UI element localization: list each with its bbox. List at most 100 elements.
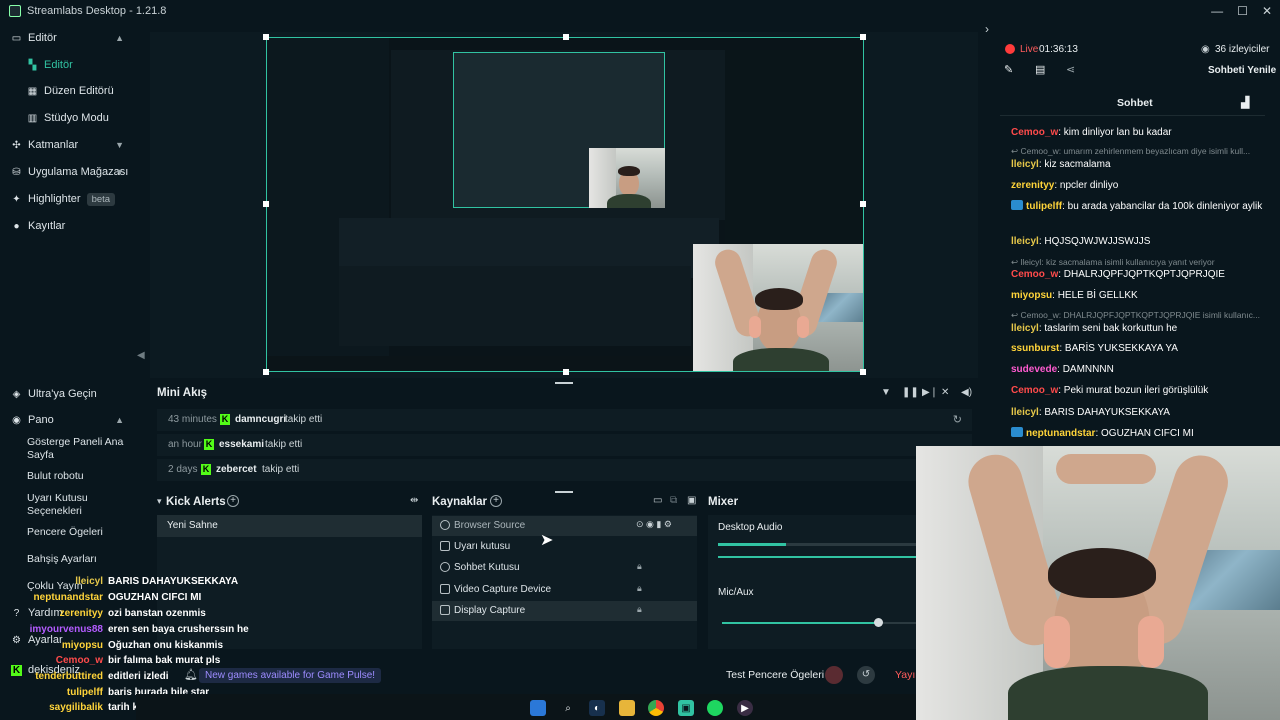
steam-icon[interactable]: ◐ <box>589 700 605 716</box>
info-icon[interactable]: ▤ <box>1035 63 1045 76</box>
windows-start-icon[interactable] <box>530 700 546 716</box>
chat-text: kim dinliyor lan bu kadar <box>1063 127 1172 138</box>
sidebar-item-ultra[interactable]: ◈ Ultra'ya Geçin <box>0 383 136 405</box>
resize-handle[interactable] <box>263 369 269 375</box>
volume-icon[interactable]: ◀) <box>961 387 972 398</box>
filter-icon[interactable]: ▼ <box>881 387 891 398</box>
source-item[interactable]: Video Capture Device 🔒︎ <box>432 580 697 600</box>
sidebar-item-editor-group[interactable]: ▭ Editör ▲ <box>0 27 136 49</box>
sidebar-item-alertbox[interactable]: Uyarı Kutusu Seçenekleri <box>0 492 136 518</box>
chevron-down-icon[interactable]: ▾ <box>157 496 162 507</box>
maximize-button[interactable]: ☐ <box>1237 4 1248 18</box>
resize-handle[interactable] <box>263 34 269 40</box>
resize-handle[interactable] <box>563 34 569 40</box>
file-explorer-icon[interactable] <box>619 700 635 716</box>
lock-icon[interactable]: 🔒︎ <box>637 561 642 572</box>
sidebar-item-recordings[interactable]: ● Kayıtlar <box>0 215 136 237</box>
source-controls-icon[interactable]: ⊙ ◉ ▮ ⚙ <box>636 519 672 530</box>
volume-slider-thumb[interactable] <box>874 618 883 627</box>
chat-username[interactable]: neptunandstar <box>1026 428 1095 439</box>
kick-logo-icon: K <box>201 464 211 475</box>
lock-icon[interactable]: 🔒︎ <box>637 583 642 594</box>
mini-docks <box>339 266 691 346</box>
lock-icon[interactable]: 🔒︎ <box>637 604 642 615</box>
transition-icon[interactable]: ⇹ <box>410 495 418 506</box>
record-button[interactable] <box>825 666 843 684</box>
streamlabs-icon[interactable]: ▣ <box>678 700 694 716</box>
search-icon[interactable]: ⌕ <box>560 700 576 716</box>
mute-alerts-icon[interactable]: ✕ <box>941 387 949 398</box>
scene-item-selected[interactable]: Yeni Sahne <box>157 515 422 537</box>
close-button[interactable]: ✕ <box>1262 4 1272 18</box>
skip-icon[interactable]: ▶❘ <box>922 387 938 398</box>
minimize-button[interactable]: — <box>1211 4 1223 18</box>
chrome-icon[interactable] <box>648 700 664 716</box>
sidebar-item-layout-editor[interactable]: ▦ Düzen Editörü <box>0 80 136 102</box>
overlay-chat-line: Cemoo_w <box>56 654 103 667</box>
repeat-icon[interactable]: ↻ <box>953 413 962 426</box>
sidebar-item-editor[interactable]: ▚ Editör <box>0 54 136 76</box>
chat-username[interactable]: ssunburst <box>1011 343 1059 354</box>
stream-canvas[interactable] <box>266 37 864 372</box>
sidebar-item-dashboard[interactable]: ◉ Pano ▲ <box>0 409 136 431</box>
sidebar-item-tip-settings[interactable]: Bahşiş Ayarları <box>0 553 136 566</box>
chat-username[interactable]: Cemoo_w <box>1011 269 1058 280</box>
sidebar-item-cloudbot[interactable]: Bulut robotu <box>0 470 136 483</box>
users-icon[interactable]: ▟ <box>1241 96 1249 109</box>
resize-handle[interactable] <box>860 34 866 40</box>
share-icon[interactable]: ⋖ <box>1066 63 1075 76</box>
sidebar-item-studio-mode[interactable]: ▥ Stüdyo Modu <box>0 107 136 129</box>
notification-banner[interactable]: New games available for Game Pulse! <box>199 668 382 683</box>
chat-username[interactable]: miyopsu <box>1011 290 1052 301</box>
sidebar-item-highlighter[interactable]: ✦ Highlighter beta <box>0 188 136 210</box>
chat-text: taslarim seni bak korkuttun he <box>1044 323 1178 334</box>
source-item[interactable]: Uyarı kutusu <box>432 537 697 557</box>
sidebar-item-layers[interactable]: ✣ Katmanlar ▼ <box>0 134 136 156</box>
test-widgets-button[interactable]: Test Pencere Ögeleri <box>726 669 824 681</box>
add-scene-button[interactable]: + <box>227 495 239 507</box>
add-source-button[interactable]: + <box>490 495 502 507</box>
overlay-chat-line: miyopsu <box>62 639 103 652</box>
chat-username[interactable]: lleicyl <box>1011 159 1039 170</box>
chat-username[interactable]: Cemoo_w <box>1011 127 1058 138</box>
chat-username[interactable]: zerenityy <box>1011 180 1054 191</box>
chat-username[interactable]: Cemoo_w <box>1011 385 1058 396</box>
chat-username[interactable]: lleicyl <box>1011 407 1039 418</box>
resize-handle[interactable] <box>263 201 269 207</box>
resize-handle[interactable] <box>860 201 866 207</box>
chat-username[interactable]: lleicyl <box>1011 236 1039 247</box>
refresh-chat-button[interactable]: Sohbeti Yenile <box>1208 65 1276 76</box>
sidebar-item-label: Yardım <box>28 607 63 619</box>
source-label: Uyarı kutusu <box>454 541 511 552</box>
bell-icon[interactable]: 🔔︎ <box>184 668 198 681</box>
layers-icon: ✣ <box>12 139 21 151</box>
group-icon[interactable]: ⧉ <box>670 495 677 506</box>
volume-slider[interactable] <box>722 622 878 624</box>
dashboard-icon: ◉ <box>12 414 21 426</box>
sidebar-item-dashboard-home[interactable]: Gösterge Paneli Ana Sayfa <box>0 436 136 462</box>
media-player-icon[interactable]: ▶ <box>737 700 753 716</box>
chat-message: ssunburst: BARİS YUKSEKKAYA YA <box>1011 342 1263 355</box>
folder-icon[interactable]: ▭ <box>653 495 662 506</box>
source-item[interactable]: Sohbet Kutusu 🔒︎ <box>432 558 697 578</box>
chat-username[interactable]: sudevede <box>1011 364 1057 375</box>
volume-slider[interactable] <box>718 556 916 558</box>
source-item[interactable]: Browser Source ⊙ ◉ ▮ ⚙ <box>432 516 697 536</box>
sidebar-item-widgets[interactable]: Pencere Ögeleri <box>0 526 136 539</box>
source-item-selected[interactable]: Display Capture 🔒︎ <box>432 601 697 621</box>
drag-handle[interactable] <box>555 491 573 493</box>
pause-icon[interactable]: ❚❚ <box>902 387 919 398</box>
chat-username[interactable]: tulipelff <box>1026 201 1062 212</box>
chevron-right-icon[interactable]: › <box>985 22 989 36</box>
chevron-left-icon[interactable]: ◀ <box>137 350 145 361</box>
drag-handle[interactable] <box>555 382 573 384</box>
add-folder-icon[interactable]: ▣ <box>687 495 696 506</box>
chat-username[interactable]: lleicyl <box>1011 323 1039 334</box>
sidebar-item-app-store[interactable]: ⛁ Uygulama Mağazası ▼ <box>0 161 136 183</box>
replay-buffer-button[interactable]: ↺ <box>857 666 875 684</box>
resize-handle[interactable] <box>563 369 569 375</box>
spotify-icon[interactable] <box>707 700 723 716</box>
chat-text: DHALRJQPFJQPTKQPTJQPRJQIE <box>1063 269 1225 280</box>
resize-handle[interactable] <box>860 369 866 375</box>
edit-icon[interactable]: ✎ <box>1004 63 1013 76</box>
